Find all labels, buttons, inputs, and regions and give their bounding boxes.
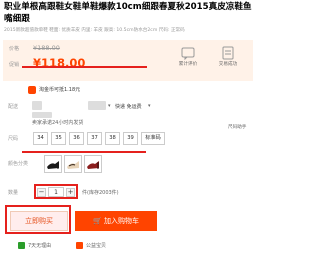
color-swatch-3[interactable]	[84, 155, 102, 173]
color-swatch-1[interactable]	[44, 155, 62, 173]
quantity-label: 数量	[8, 190, 19, 196]
color-label: 颜色分类	[8, 161, 29, 167]
quantity-stock: 件(库存2003件)	[82, 190, 119, 196]
size-option-36[interactable]: 36	[69, 132, 84, 145]
trade-stat[interactable]: 交易成功	[213, 46, 243, 67]
ship-dest-blur[interactable]	[88, 101, 106, 110]
quantity-input[interactable]: 1	[48, 187, 64, 197]
shoe-thumbnail-icon	[67, 161, 79, 169]
reviews-icon	[181, 47, 195, 60]
size-option-37[interactable]: 37	[87, 132, 102, 145]
ship-extra-blur	[32, 112, 52, 118]
shipping-note: 卖家承诺24小时内发货	[32, 120, 84, 126]
quantity-plus-button[interactable]: +	[66, 188, 75, 197]
size-option-35[interactable]: 35	[51, 132, 66, 145]
service-badges: 7天无理由 公益宝贝	[4, 241, 254, 253]
charity-text: 公益宝贝	[86, 243, 107, 249]
color-swatch-2[interactable]	[64, 155, 82, 173]
product-subtitle: 2015新款超值款单鞋 鞋面: 优质羊皮 内里: 羊皮 跟高: 10.5cm防水…	[4, 28, 185, 33]
chevron-down-icon[interactable]: ▾	[148, 103, 151, 109]
size-highlight-line	[22, 151, 146, 153]
tmall-coin-icon	[28, 86, 36, 94]
add-to-cart-label: 加入购物车	[103, 217, 139, 225]
shipping-express: 快递 免运费	[115, 104, 142, 110]
size-option-standard[interactable]: 标准码	[141, 132, 165, 145]
tmall-coin-text: 淘金币可抵1.18元	[39, 87, 81, 93]
trade-label: 交易成功	[218, 62, 238, 67]
trade-icon	[222, 46, 234, 60]
size-help-link[interactable]: 尺码助手	[228, 124, 246, 130]
buy-now-button[interactable]: 立即购买	[10, 211, 68, 231]
quantity-minus-button[interactable]: −	[37, 188, 46, 197]
reviews-label: 累计评价	[178, 62, 198, 67]
charity-icon	[76, 242, 83, 249]
promo-price-label: 促销	[9, 62, 20, 68]
size-option-38[interactable]: 38	[105, 132, 120, 145]
price-highlight-line	[22, 66, 147, 68]
shipping-label: 配送	[8, 104, 19, 110]
tmall-coin-row: 淘金币可抵1.18元	[4, 84, 114, 96]
reviews-stat[interactable]: 累计评价	[173, 46, 203, 67]
chevron-down-icon[interactable]: ▾	[108, 103, 111, 109]
ship-origin-blur	[32, 101, 42, 110]
cart-icon: 🛒	[93, 217, 102, 225]
return-policy-icon	[18, 242, 25, 249]
orig-price-label: 价格	[9, 46, 20, 52]
quantity-stepper: − 1 +	[34, 184, 78, 199]
size-option-34[interactable]: 34	[33, 132, 48, 145]
size-option-39[interactable]: 39	[123, 132, 138, 145]
return-policy-text: 7天无理由	[28, 243, 52, 249]
price-panel: 价格 ¥188.00 促销 ¥118.00 累计评价 交易成功	[3, 40, 253, 81]
orig-price: ¥188.00	[33, 44, 60, 52]
shoe-thumbnail-icon	[47, 161, 59, 169]
shoe-thumbnail-icon	[87, 161, 99, 169]
product-title: 职业单根高跟鞋女鞋单鞋爆款10cm细跟春夏秋2015真皮凉鞋鱼嘴细跟	[4, 2, 252, 24]
size-label: 尺码	[8, 136, 19, 142]
add-to-cart-button[interactable]: 🛒 加入购物车	[75, 211, 157, 231]
